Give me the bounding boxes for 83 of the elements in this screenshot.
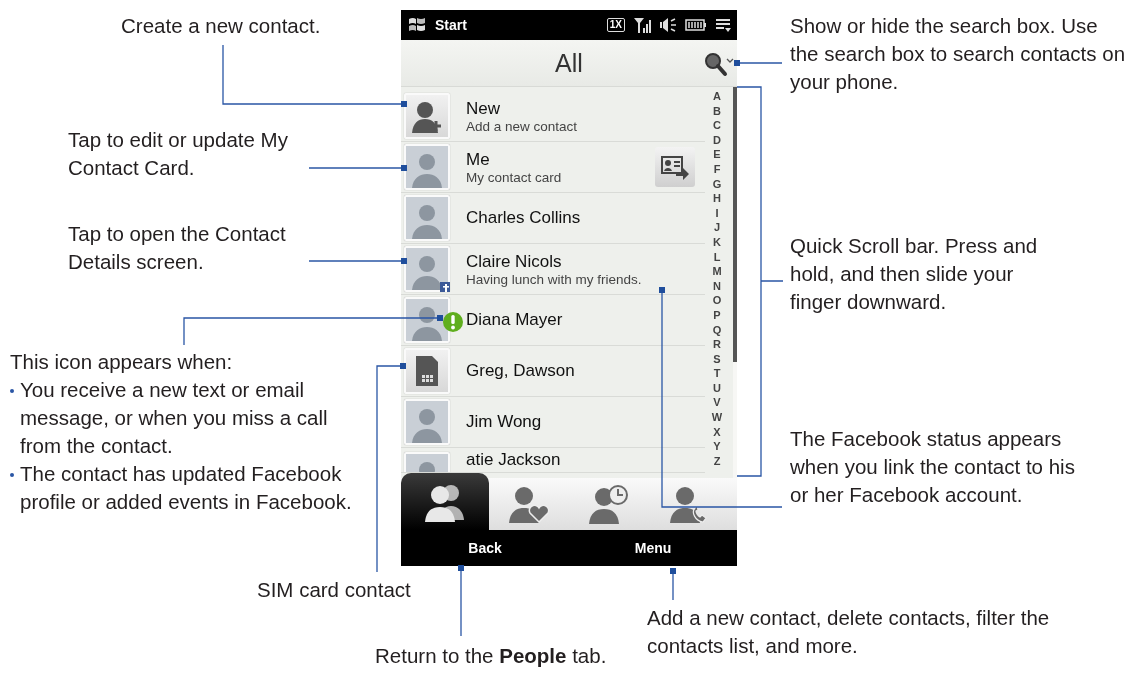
contact-name: Diana Mayer [466,310,564,330]
index-letter[interactable]: Y [713,439,721,454]
avatar-placeholder [406,299,448,341]
callout-text: Add a new contact, delete contacts, filter the contacts list, and more. [647,605,1051,659]
speaker-icon [659,17,677,33]
index-letter[interactable]: X [713,424,721,440]
index-letter[interactable]: E [713,147,721,162]
contact-subtitle: My contact card [466,169,563,185]
index-letter[interactable]: Q [712,322,722,338]
avatar-placeholder [406,248,448,290]
start-label[interactable]: Start [435,17,467,33]
avatar-placeholder [406,401,448,443]
bullet-icon [10,389,14,393]
contact-list-item[interactable]: New Add a new contact [401,91,705,142]
avatar-placeholder [406,146,448,188]
index-letter[interactable]: B [713,103,721,119]
menu-lines-icon[interactable] [715,17,731,33]
windows-flag-icon[interactable] [407,17,427,33]
add-contact-icon[interactable] [404,93,450,139]
contact-name: atie Jackson [466,450,562,470]
index-letter[interactable]: T [713,366,721,381]
contact-list-item[interactable]: Diana Mayer [401,295,705,346]
callout-text: This icon appears when: [10,349,234,375]
callout-text: SIM card contact [257,577,412,603]
callout-text: Quick Scroll bar. Press and hold, and then slide your finger downward. [790,233,1039,315]
callout-text: The contact has updated Facebook profile or added events in Facebook. [20,461,353,515]
index-letter[interactable]: F [713,161,721,177]
callout-text: Create a new contact. [121,13,322,39]
contact-name: Charles Collins [466,208,582,228]
index-letter[interactable]: J [713,220,721,235]
contact-name: Greg, Dawson [466,361,576,381]
leader-line [734,60,783,66]
contact-name: New [466,98,501,119]
contact-subtitle: Add a new contact [466,118,579,134]
header-title: All [555,48,583,78]
index-letter[interactable]: N [713,278,721,294]
index-letter[interactable]: U [713,380,721,396]
search-icon[interactable] [703,51,735,77]
callout-text: Tap to edit or update My Contact Card. [68,127,289,181]
index-letter[interactable]: S [713,351,721,367]
tab[interactable] [401,473,489,530]
person-clock-icon [587,484,631,524]
avatar-placeholder [406,197,448,239]
index-letter[interactable]: R [713,337,721,352]
index-letter[interactable]: Z [713,453,721,469]
sim-card-icon [404,348,450,394]
battery-icon [685,18,707,32]
contact-list-item[interactable]: Jim Wong [401,397,705,448]
index-letter[interactable]: P [713,307,721,323]
contact-list-item[interactable]: Charles Collins [401,193,705,244]
leader-line [670,568,676,601]
callout-text: Show or hide the search box. Use the search box to search contacts on your phone. [790,13,1127,95]
index-letter[interactable]: G [712,176,722,192]
leader-line [458,565,464,637]
index-letter[interactable]: H [713,191,721,206]
index-letter[interactable]: K [713,234,721,250]
callout-text: Tap to open the Contact Details screen. [68,221,287,275]
index-letter[interactable]: I [715,205,719,221]
contact-name: Me [466,149,491,170]
card-arrow-icon [660,154,690,180]
index-letter[interactable]: C [713,118,721,133]
contact-name: Claire Nicols [466,251,563,272]
person-heart-icon [507,484,551,524]
index-letter[interactable]: M [712,264,722,279]
contact-list-item[interactable]: Me My contact card [401,142,705,193]
index-letter[interactable]: L [713,249,721,265]
index-letter[interactable]: D [713,132,721,148]
callout-text: The Facebook status appears when you link the contact to his or her Facebook account. [790,426,1076,508]
network-indicator: 1X [606,18,625,32]
softkey-button[interactable]: Back [401,530,569,566]
index-letter[interactable]: A [713,89,721,104]
contact-subtitle: Having lunch with my friends. [466,271,643,287]
signal-icon [633,17,651,33]
contact-list-item[interactable]: Claire Nicols Having lunch with my friends. [401,244,705,295]
callout-text: You receive a new text or email message, or when you miss a call from the contact. [20,377,329,459]
contact-list-item[interactable]: Greg, Dawson [401,346,705,397]
index-letter[interactable]: V [713,395,721,411]
index-letter[interactable]: O [712,293,722,308]
index-letter[interactable]: W [711,410,723,425]
contact-name: Jim Wong [466,412,543,432]
contact-card-button[interactable] [655,147,695,187]
softkey-button[interactable]: Menu [569,530,737,566]
bullet-icon [10,473,14,477]
